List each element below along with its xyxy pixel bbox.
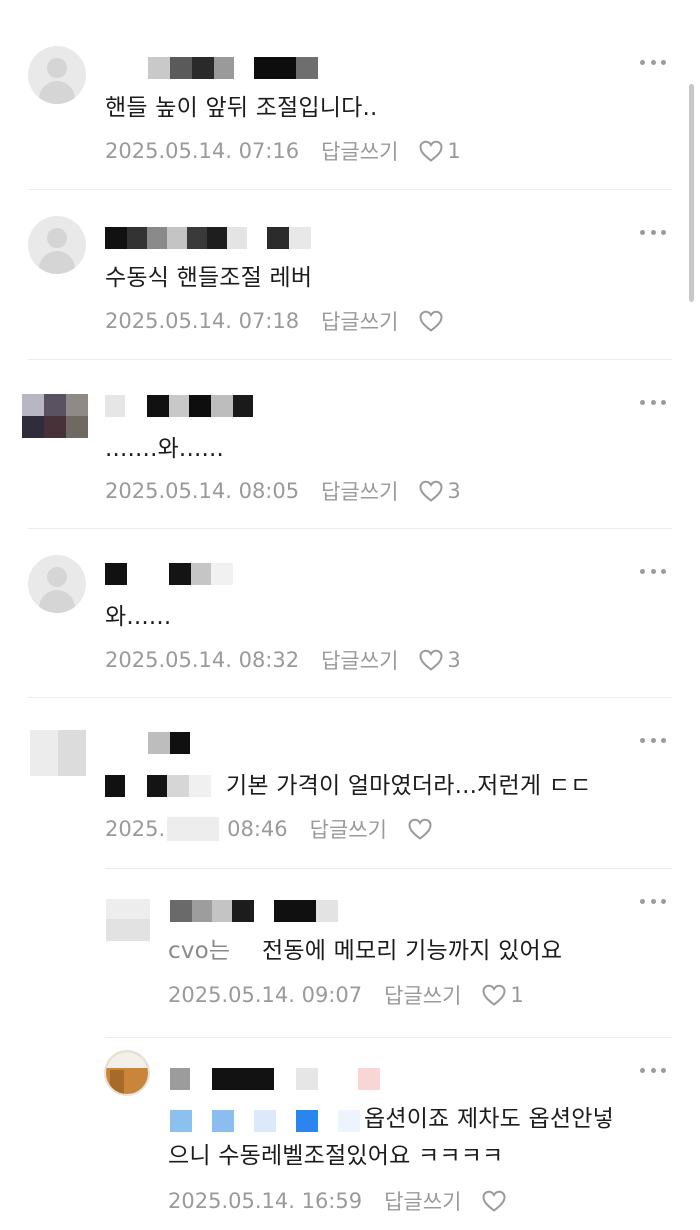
like-count: 1 — [447, 139, 461, 163]
comment-date: 2025.05.14. 07:16 — [105, 139, 300, 163]
reply-1: cvo는 전동에 메모리 기능까지 있어요 2025.05.14. 09:07 … — [0, 869, 700, 1039]
more-dots-icon[interactable] — [640, 60, 666, 70]
redacted-text-prefix — [170, 1110, 360, 1132]
comment-meta: 2025.05.14. 08:32 답글쓰기 3 — [105, 645, 461, 675]
username-redacted[interactable] — [148, 732, 190, 754]
like-count: 1 — [510, 983, 524, 1007]
comment-date-prefix: 2025. — [105, 817, 166, 841]
more-dots-icon[interactable] — [640, 899, 666, 909]
username-redacted[interactable] — [105, 395, 253, 417]
default-avatar-icon[interactable] — [28, 46, 86, 104]
heart-outline-icon — [482, 1190, 506, 1212]
comment-date: 2025.05.14. 16:59 — [168, 1189, 363, 1213]
heart-outline-icon — [419, 140, 443, 162]
comment-meta: 2025.05.14. 16:59 답글쓰기 — [168, 1186, 510, 1216]
redacted-text-prefix — [105, 775, 211, 797]
default-avatar-icon[interactable] — [28, 555, 86, 613]
comment-text: .......와...... — [105, 436, 225, 462]
redacted-date — [167, 817, 220, 841]
comment-5: 기본 가격이 얼마였더라...저런게 ㄷㄷ 2025. 08:46 답글쓰기 — [0, 698, 700, 870]
reply-button[interactable]: 답글쓰기 — [321, 645, 398, 675]
comment-meta: 2025.05.14. 08:05 답글쓰기 3 — [105, 476, 461, 506]
comment-text-line-2: 으니 수동레벨조절있어요 ㅋㅋㅋㅋ — [168, 1143, 504, 1169]
heart-outline-icon — [408, 818, 432, 840]
scrollbar[interactable] — [689, 84, 694, 302]
comment-date: 2025.05.14. 08:05 — [105, 479, 300, 503]
comment-text-partial: cvo는 — [168, 938, 231, 964]
more-dots-icon[interactable] — [640, 738, 666, 748]
like-button[interactable]: 1 — [418, 139, 461, 163]
like-button[interactable] — [407, 817, 436, 841]
comment-date-suffix: 08:46 — [227, 817, 288, 841]
comment-3: .......와...... 2025.05.14. 08:05 답글쓰기 3 — [0, 360, 700, 530]
comment-meta: 2025.05.14. 07:16 답글쓰기 1 — [105, 136, 461, 166]
like-count: 3 — [447, 648, 461, 672]
like-button[interactable] — [481, 1189, 510, 1213]
comment-1: 핸들 높이 앞뒤 조절입니다.. 2025.05.14. 07:16 답글쓰기 … — [0, 0, 700, 190]
comment-date: 2025.05.14. 07:18 — [105, 309, 300, 333]
like-button[interactable] — [418, 309, 447, 333]
like-button[interactable]: 3 — [418, 648, 461, 672]
heart-outline-icon — [482, 984, 506, 1006]
heart-outline-icon — [419, 480, 443, 502]
reply-button[interactable]: 답글쓰기 — [321, 476, 398, 506]
reply-button[interactable]: 답글쓰기 — [310, 814, 387, 844]
reply-button[interactable]: 답글쓰기 — [384, 1186, 461, 1216]
comment-meta: 2025.05.14. 09:07 답글쓰기 1 — [168, 980, 524, 1010]
more-dots-icon[interactable] — [640, 1068, 666, 1078]
avatar[interactable] — [106, 899, 150, 941]
more-dots-icon[interactable] — [640, 230, 666, 240]
comment-date: 2025.05.14. 08:32 — [105, 648, 300, 672]
username-redacted[interactable] — [170, 900, 338, 922]
comment-text: 기본 가격이 얼마였더라...저런게 ㄷㄷ — [226, 773, 592, 799]
comment-meta: 2025.05.14. 07:18 답글쓰기 — [105, 306, 447, 336]
comment-text-line-1: 옵션이죠 제차도 옵션안넣 — [364, 1106, 614, 1132]
comment-text: 수동식 핸들조절 레버 — [105, 265, 313, 291]
avatar[interactable] — [22, 394, 88, 438]
like-count: 3 — [447, 479, 461, 503]
comment-text: 와...... — [105, 604, 172, 630]
heart-outline-icon — [419, 310, 443, 332]
comment-4: 와...... 2025.05.14. 08:32 답글쓰기 3 — [0, 529, 700, 699]
reply-2: 옵션이죠 제차도 옵션안넣 으니 수동레벨조절있어요 ㅋㅋㅋㅋ 2025.05.… — [0, 1038, 700, 1230]
avatar[interactable] — [104, 1050, 150, 1096]
heart-outline-icon — [419, 649, 443, 671]
comment-text: 전동에 메모리 기능까지 있어요 — [262, 938, 563, 964]
like-button[interactable]: 3 — [418, 479, 461, 503]
reply-button[interactable]: 답글쓰기 — [321, 306, 398, 336]
like-button[interactable]: 1 — [481, 983, 524, 1007]
username-redacted[interactable] — [148, 57, 318, 79]
username-redacted[interactable] — [170, 1068, 380, 1090]
avatar[interactable] — [30, 730, 86, 776]
reply-button[interactable]: 답글쓰기 — [321, 136, 398, 166]
comment-date: 2025.05.14. 09:07 — [168, 983, 363, 1007]
more-dots-icon[interactable] — [640, 569, 666, 579]
comment-2: 수동식 핸들조절 레버 2025.05.14. 07:18 답글쓰기 — [0, 190, 700, 360]
comment-meta: 2025. 08:46 답글쓰기 — [105, 814, 436, 844]
reply-button[interactable]: 답글쓰기 — [384, 980, 461, 1010]
username-redacted[interactable] — [105, 563, 233, 585]
default-avatar-icon[interactable] — [28, 216, 86, 274]
more-dots-icon[interactable] — [640, 400, 666, 410]
username-redacted[interactable] — [105, 227, 311, 249]
comment-text: 핸들 높이 앞뒤 조절입니다.. — [105, 95, 378, 121]
